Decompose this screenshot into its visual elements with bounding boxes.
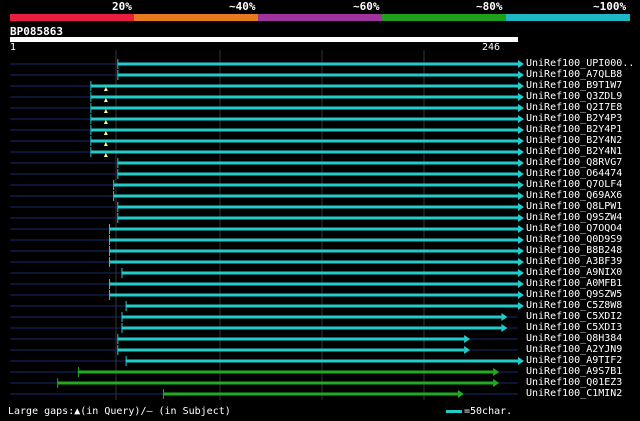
hit-end-arrow [518,60,524,68]
hit-end-arrow [518,203,524,211]
hit-end-arrow [518,225,524,233]
hit-label[interactable]: UniRef100_Q7OQO4 [526,224,622,234]
hit-end-arrow [518,181,524,189]
hit-end-arrow [457,390,464,398]
hit-end-arrow [518,93,524,101]
hit-label[interactable]: UniRef100_Q3ZDL9 [526,92,622,102]
hit-end-arrow [518,236,524,244]
hit-label[interactable]: UniRef100_A3BF39 [526,257,622,267]
gap-marker-icon [103,109,108,113]
hit-label[interactable]: UniRef100_C5Z8W8 [526,301,622,311]
hit-label[interactable]: UniRef100_B2Y4P1 [526,125,622,135]
hit-label[interactable]: UniRef100_Q69AX6 [526,191,622,201]
gap-marker-icon [103,153,108,157]
hit-label[interactable]: UniRef100_A0MFB1 [526,279,622,289]
hit-label[interactable]: UniRef100_C5XDI3 [526,323,622,333]
hit-label[interactable]: UniRef100_B8B248 [526,246,622,256]
hit-label[interactable]: UniRef100_B2Y4N1 [526,147,622,157]
hit-end-arrow [518,115,524,123]
hit-end-arrow [493,368,500,376]
gap-legend: Large gaps:▲(in Query)/– (in Subject) [8,406,231,417]
hit-end-arrow [464,335,471,343]
hit-end-arrow [518,126,524,134]
hit-end-arrow [518,159,524,167]
hit-label[interactable]: UniRef100_Q8RVG7 [526,158,622,168]
hit-label[interactable]: UniRef100_Q0D9S9 [526,235,622,245]
gap-marker-icon [103,98,108,102]
scale-text: =50char. [464,406,513,417]
hit-label[interactable]: UniRef100_A9S7B1 [526,367,622,377]
hit-label[interactable]: UniRef100_B2Y4P3 [526,114,622,124]
hit-end-arrow [518,247,524,255]
hit-end-arrow [518,104,524,112]
hit-end-arrow [518,71,524,79]
hit-label[interactable]: UniRef100_B9T1W7 [526,81,622,91]
hit-label[interactable]: UniRef100_Q01EZ3 [526,378,622,388]
hit-end-arrow [518,269,524,277]
hit-end-arrow [501,313,508,321]
hit-label[interactable]: UniRef100_B2Y4N2 [526,136,622,146]
hit-label[interactable]: UniRef100_C5XDI2 [526,312,622,322]
hit-label[interactable]: UniRef100_Q2I7E8 [526,103,622,113]
gap-marker-icon [103,87,108,91]
hit-label[interactable]: UniRef100_A2YJN9 [526,345,622,355]
hit-end-arrow [518,82,524,90]
hit-label[interactable]: UniRef100_C1MIN2 [526,389,622,399]
hit-end-arrow [464,346,471,354]
gap-marker-icon [103,120,108,124]
hit-end-arrow [518,280,524,288]
scale-legend: =50char. [446,406,512,417]
hit-label[interactable]: UniRef100_Q8H384 [526,334,622,344]
hit-end-arrow [518,137,524,145]
hit-end-arrow [518,214,524,222]
hit-end-arrow [518,291,524,299]
hit-end-arrow [501,324,508,332]
hit-label[interactable]: UniRef100_A9TIF2 [526,356,622,366]
hit-label[interactable]: UniRef100_Q7OLF4 [526,180,622,190]
hit-end-arrow [518,258,524,266]
hit-label[interactable]: UniRef100_A7QLB8 [526,70,622,80]
hit-label[interactable]: UniRef100_UPI000.. [526,59,634,69]
hit-label[interactable]: UniRef100_A9NIX0 [526,268,622,278]
gap-marker-icon [103,131,108,135]
gap-marker-icon [103,142,108,146]
hit-end-arrow [518,302,524,310]
hit-label[interactable]: UniRef100_Q8LPW1 [526,202,622,212]
hit-label[interactable]: UniRef100_Q9SZW5 [526,290,622,300]
hit-label[interactable]: UniRef100_Q9SZW4 [526,213,622,223]
hit-end-arrow [518,192,524,200]
hit-end-arrow [518,170,524,178]
hit-end-arrow [493,379,500,387]
hit-end-arrow [518,357,524,365]
hit-end-arrow [518,148,524,156]
hit-label[interactable]: UniRef100_O64474 [526,169,622,179]
scale-line-icon [446,409,462,413]
